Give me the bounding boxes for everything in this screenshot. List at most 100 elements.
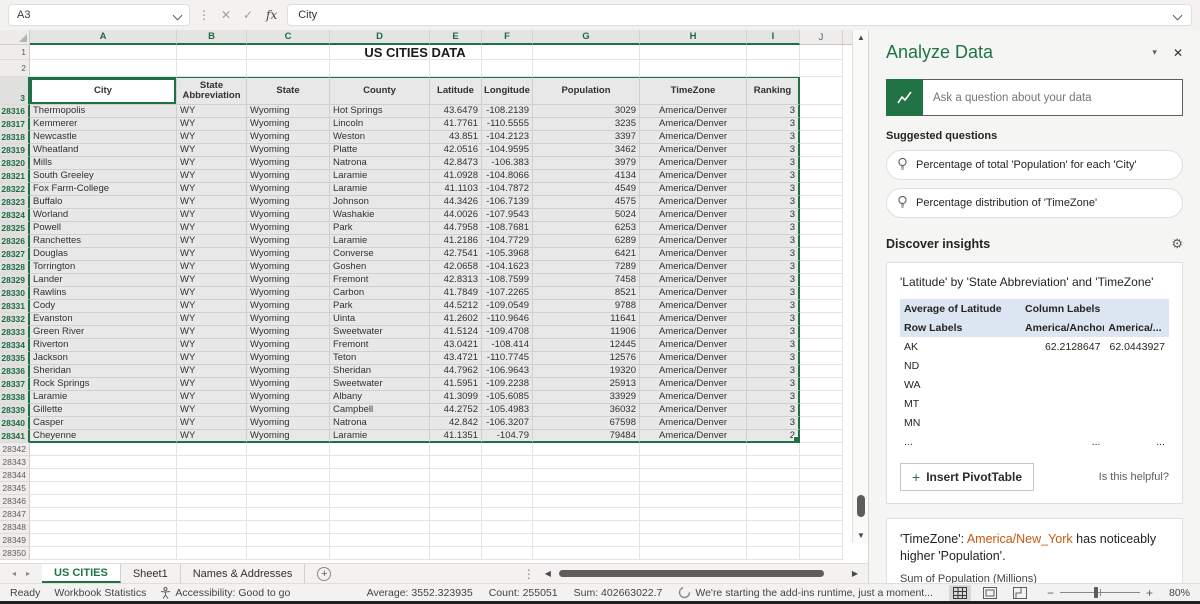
suggestion-pill[interactable]: Percentage of total 'Population' for eac… bbox=[886, 150, 1183, 180]
column-title-ranking[interactable]: Ranking bbox=[747, 77, 800, 105]
row-header-28331[interactable]: 28331 bbox=[0, 300, 30, 313]
row-header-28345[interactable]: 28345 bbox=[0, 482, 30, 495]
row-header-28328[interactable]: 28328 bbox=[0, 261, 30, 274]
column-title-latitude[interactable]: Latitude bbox=[430, 77, 482, 105]
row-header-28336[interactable]: 28336 bbox=[0, 365, 30, 378]
row-header-28335[interactable]: 28335 bbox=[0, 352, 30, 365]
row-header-28319[interactable]: 28319 bbox=[0, 144, 30, 157]
row-header-28323[interactable]: 28323 bbox=[0, 196, 30, 209]
row-header-28337[interactable]: 28337 bbox=[0, 378, 30, 391]
row-header-28320[interactable]: 28320 bbox=[0, 157, 30, 170]
select-all-corner[interactable] bbox=[0, 30, 30, 45]
row-header-28327[interactable]: 28327 bbox=[0, 248, 30, 261]
zoom-out-icon[interactable]: − bbox=[1047, 586, 1054, 600]
expand-formula-bar-icon[interactable] bbox=[1173, 10, 1183, 20]
column-header-F[interactable]: F bbox=[482, 30, 533, 45]
zoom-in-icon[interactable]: + bbox=[1146, 586, 1153, 600]
formula-input[interactable]: City bbox=[287, 4, 1192, 26]
column-header-B[interactable]: B bbox=[177, 30, 247, 45]
row-header-28334[interactable]: 28334 bbox=[0, 339, 30, 352]
row-header-28339[interactable]: 28339 bbox=[0, 404, 30, 417]
column-header-A[interactable]: A bbox=[30, 30, 177, 45]
row-header-28333[interactable]: 28333 bbox=[0, 326, 30, 339]
row-header-28349[interactable]: 28349 bbox=[0, 534, 30, 547]
row-header-28343[interactable]: 28343 bbox=[0, 456, 30, 469]
column-header-G[interactable]: G bbox=[533, 30, 640, 45]
sheet-tab-names-addresses[interactable]: Names & Addresses bbox=[181, 564, 306, 583]
vertical-scrollbar[interactable]: ▲ ▼ bbox=[852, 30, 868, 543]
insert-pivottable-button[interactable]: + Insert PivotTable bbox=[900, 463, 1034, 491]
row-header-1[interactable]: 1 bbox=[0, 45, 30, 60]
column-header-H[interactable]: H bbox=[640, 30, 747, 45]
row-header-28330[interactable]: 28330 bbox=[0, 287, 30, 300]
is-this-helpful-link[interactable]: Is this helpful? bbox=[1099, 471, 1169, 483]
row-header-28346[interactable]: 28346 bbox=[0, 495, 30, 508]
row-header-2[interactable]: 2 bbox=[0, 60, 30, 77]
row-header-28325[interactable]: 28325 bbox=[0, 222, 30, 235]
workbook-statistics-button[interactable]: Workbook Statistics bbox=[54, 587, 146, 599]
hscroll-left-icon[interactable]: ◀ bbox=[545, 569, 551, 578]
row-header-28342[interactable]: 28342 bbox=[0, 443, 30, 456]
page-layout-view-icon[interactable] bbox=[979, 585, 1001, 601]
ask-question-input[interactable] bbox=[923, 79, 1183, 116]
more-options-icon[interactable]: ⋮ bbox=[196, 8, 212, 22]
pane-dropdown-icon[interactable]: ▾ bbox=[1152, 47, 1157, 58]
normal-view-icon[interactable] bbox=[949, 585, 971, 601]
tab-nav-left-icon[interactable]: ◂ bbox=[12, 569, 16, 578]
row-header-28344[interactable]: 28344 bbox=[0, 469, 30, 482]
ask-submit-button[interactable] bbox=[886, 79, 923, 116]
row-header-28332[interactable]: 28332 bbox=[0, 313, 30, 326]
enter-icon[interactable]: ✓ bbox=[240, 8, 256, 22]
chevron-down-icon[interactable] bbox=[173, 10, 183, 20]
row-header-28318[interactable]: 28318 bbox=[0, 131, 30, 144]
horizontal-scrollbar-thumb[interactable] bbox=[559, 570, 824, 577]
row-header-28348[interactable]: 28348 bbox=[0, 521, 30, 534]
column-header-I[interactable]: I bbox=[747, 30, 800, 45]
accessibility-status[interactable]: Accessibility: Good to go bbox=[160, 587, 290, 599]
row-header-28347[interactable]: 28347 bbox=[0, 508, 30, 521]
column-header-C[interactable]: C bbox=[247, 30, 330, 45]
column-header-E[interactable]: E bbox=[430, 30, 482, 45]
column-title-longitude[interactable]: Longitude bbox=[482, 77, 533, 105]
scroll-up-icon[interactable]: ▲ bbox=[857, 33, 865, 42]
name-box[interactable]: A3 bbox=[8, 4, 190, 26]
pivot-insight-card[interactable]: 'Latitude' by 'State Abbreviation' and '… bbox=[886, 262, 1183, 504]
row-header-28316[interactable]: 28316 bbox=[0, 105, 30, 118]
row-header-28321[interactable]: 28321 bbox=[0, 170, 30, 183]
column-title-population[interactable]: Population bbox=[533, 77, 640, 105]
tab-nav-arrows[interactable]: ◂▸ bbox=[0, 564, 42, 583]
row-header-28340[interactable]: 28340 bbox=[0, 417, 30, 430]
tab-nav-right-icon[interactable]: ▸ bbox=[26, 569, 30, 578]
vertical-scrollbar-thumb[interactable] bbox=[857, 495, 865, 517]
scroll-down-icon[interactable]: ▼ bbox=[857, 531, 865, 540]
column-title-city[interactable]: City bbox=[30, 77, 177, 105]
row-header-28350[interactable]: 28350 bbox=[0, 547, 30, 560]
row-header-3[interactable]: 3 bbox=[0, 77, 30, 105]
sheet-tab-us-cities[interactable]: US CITIES bbox=[42, 564, 121, 583]
row-header-28341[interactable]: 28341 bbox=[0, 430, 30, 443]
column-header-J[interactable]: J bbox=[800, 30, 843, 45]
row-header-28329[interactable]: 28329 bbox=[0, 274, 30, 287]
gear-icon[interactable]: ⚙ bbox=[1171, 236, 1183, 252]
hscroll-right-icon[interactable]: ▶ bbox=[852, 569, 858, 578]
row-header-28322[interactable]: 28322 bbox=[0, 183, 30, 196]
row-header-28326[interactable]: 28326 bbox=[0, 235, 30, 248]
horizontal-scrollbar[interactable] bbox=[559, 570, 844, 578]
column-title-county[interactable]: County bbox=[330, 77, 430, 105]
timezone-insight-card[interactable]: 'TimeZone': America/New_York has noticea… bbox=[886, 518, 1183, 583]
cancel-icon[interactable]: ✕ bbox=[218, 8, 234, 22]
zoom-level[interactable]: 80% bbox=[1169, 587, 1190, 599]
column-title-state[interactable]: State bbox=[247, 77, 330, 105]
sheet-tab-sheet1[interactable]: Sheet1 bbox=[121, 564, 181, 583]
column-title-timezone[interactable]: TimeZone bbox=[640, 77, 747, 105]
zoom-slider-thumb[interactable] bbox=[1094, 587, 1098, 598]
new-sheet-button[interactable]: + bbox=[317, 567, 331, 581]
pane-close-icon[interactable]: ✕ bbox=[1173, 46, 1183, 60]
column-title-state-abbreviation[interactable]: State Abbreviation bbox=[177, 77, 247, 105]
tab-options-icon[interactable]: ⋮ bbox=[521, 567, 537, 581]
row-header-28338[interactable]: 28338 bbox=[0, 391, 30, 404]
column-header-D[interactable]: D bbox=[330, 30, 430, 45]
page-break-view-icon[interactable] bbox=[1009, 585, 1031, 601]
suggestion-pill[interactable]: Percentage distribution of 'TimeZone' bbox=[886, 188, 1183, 218]
insert-function-icon[interactable]: fx bbox=[262, 8, 281, 22]
